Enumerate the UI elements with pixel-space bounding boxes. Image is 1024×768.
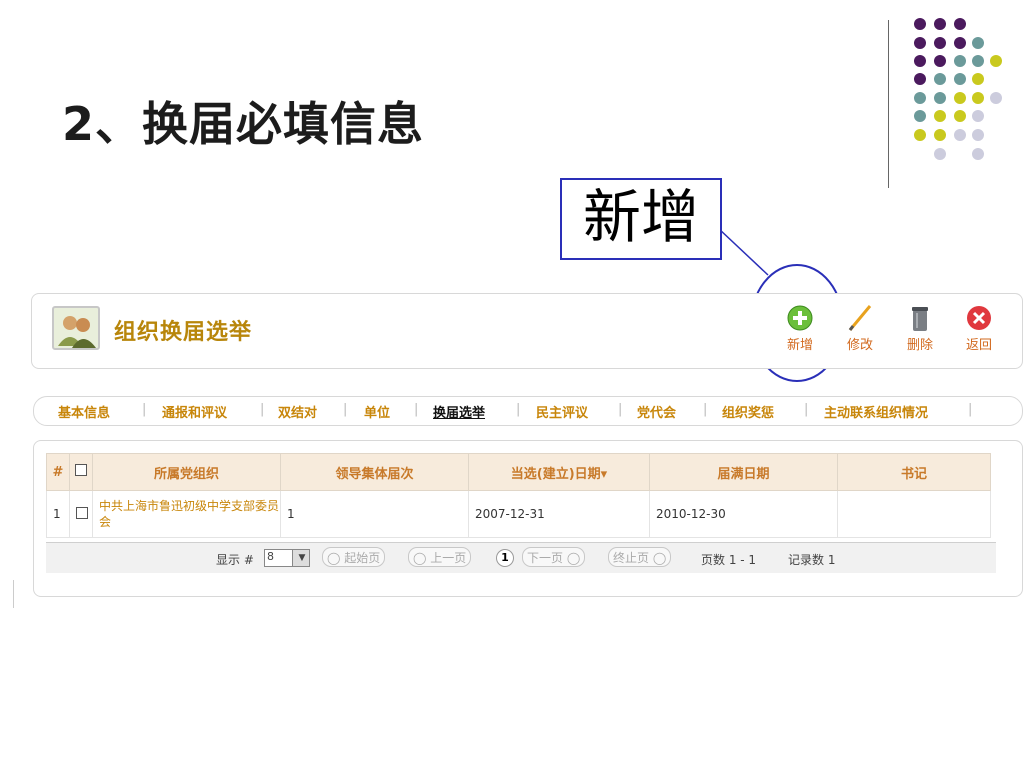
record-count-text: 记录数 1	[788, 553, 836, 567]
delete-button[interactable]: 删除	[898, 304, 942, 353]
decorative-divider	[888, 20, 889, 188]
tab-report-review[interactable]: 通报和评议	[162, 402, 227, 421]
plus-circle-icon	[787, 305, 813, 331]
row-term: 1	[280, 490, 469, 538]
circle-right-icon: ◯	[649, 551, 667, 565]
row-index: 1	[46, 490, 70, 538]
tab-rewards[interactable]: 组织奖惩	[722, 402, 774, 421]
decorative-edge-mark	[13, 580, 14, 608]
delete-button-label: 删除	[906, 338, 933, 353]
page-size-label: 显示 #	[216, 553, 254, 567]
tab-separator: |	[703, 402, 708, 417]
header-panel: 组织换届选举 新增 修改 删除 返回	[31, 293, 1023, 369]
row-party-org[interactable]: 中共上海市鲁迅初级中学支部委员会	[92, 490, 281, 538]
dropdown-arrow-icon: ▼	[292, 550, 309, 566]
next-page-label: 下一页	[527, 551, 564, 565]
tab-separator: |	[804, 402, 809, 417]
tab-separator: |	[968, 402, 973, 417]
table-header-row: # 所属党组织 领导集体届次 当选(建立)日期▾ 届满日期 书记	[46, 453, 991, 491]
add-button-label: 新增	[786, 338, 813, 353]
row-checkbox[interactable]	[76, 506, 88, 519]
column-party-org[interactable]: 所属党组织	[92, 453, 281, 491]
slide-title: 2、换届必填信息	[62, 97, 425, 151]
page-size-value: 8	[267, 550, 274, 563]
row-secretary	[837, 490, 991, 538]
row-select[interactable]	[69, 490, 93, 538]
column-expiry-date[interactable]: 届满日期	[649, 453, 838, 491]
tab-basic-info[interactable]: 基本信息	[58, 402, 110, 421]
pencil-icon	[848, 305, 872, 331]
edit-button[interactable]: 修改	[838, 304, 882, 353]
tab-pairing[interactable]: 双结对	[278, 402, 317, 421]
tab-separator: |	[618, 402, 623, 417]
close-circle-icon	[967, 306, 991, 330]
election-table: # 所属党组织 领导集体届次 当选(建立)日期▾ 届满日期 书记 1 中共上海市…	[46, 453, 991, 538]
tab-separator: |	[260, 402, 265, 417]
current-page-number[interactable]: 1	[496, 549, 514, 567]
back-button-label: 返回	[965, 338, 992, 353]
select-all-checkbox[interactable]	[75, 464, 87, 476]
tab-election[interactable]: 换届选举	[433, 402, 485, 421]
row-elected-date: 2007-12-31	[468, 490, 650, 538]
prev-page-label: 上一页	[430, 551, 467, 565]
column-elected-date[interactable]: 当选(建立)日期▾	[468, 453, 650, 491]
last-page-button[interactable]: 终止页 ◯	[608, 547, 672, 567]
tab-bar: 基本信息 | 通报和评议 | 双结对 | 单位 | 换届选举 | 民主评议 | …	[33, 396, 1023, 426]
group-users-icon	[52, 306, 100, 350]
circle-left-icon: ◯	[413, 551, 431, 565]
tab-separator: |	[142, 402, 147, 417]
last-page-label: 终止页	[613, 551, 650, 565]
tab-unit[interactable]: 单位	[364, 402, 390, 421]
add-button[interactable]: 新增	[778, 304, 822, 353]
first-page-label: 起始页	[344, 551, 381, 565]
prev-page-button[interactable]: ◯ 上一页	[408, 547, 472, 567]
back-button[interactable]: 返回	[957, 304, 1001, 353]
tab-democratic-review[interactable]: 民主评议	[536, 402, 588, 421]
tab-separator: |	[343, 402, 348, 417]
row-expiry-date: 2010-12-30	[649, 490, 838, 538]
table-row[interactable]: 1 中共上海市鲁迅初级中学支部委员会 1 2007-12-31 2010-12-…	[46, 490, 991, 538]
column-index: #	[46, 453, 70, 491]
edit-button-label: 修改	[846, 338, 873, 353]
tab-separator: |	[414, 402, 419, 417]
header-title: 组织换届选举	[114, 319, 253, 345]
table-panel: # 所属党组织 领导集体届次 当选(建立)日期▾ 届满日期 书记 1 中共上海市…	[33, 440, 1023, 597]
circle-left-icon: ◯	[327, 551, 345, 565]
tab-contact[interactable]: 主动联系组织情况	[824, 402, 928, 421]
callout-label: 新增	[560, 178, 722, 260]
column-select-all[interactable]	[69, 453, 93, 491]
circle-right-icon: ◯	[563, 551, 581, 565]
column-term[interactable]: 领导集体届次	[280, 453, 469, 491]
column-secretary[interactable]: 书记	[837, 453, 991, 491]
trash-icon	[912, 307, 928, 331]
page-count-text: 页数 1 - 1	[701, 553, 757, 567]
next-page-button[interactable]: 下一页 ◯	[522, 547, 586, 567]
tab-separator: |	[516, 402, 521, 417]
page-size-select[interactable]: 8 ▼	[264, 549, 310, 567]
first-page-button[interactable]: ◯ 起始页	[322, 547, 386, 567]
tab-congress[interactable]: 党代会	[637, 402, 676, 421]
pagination-bar: 显示 # 8 ▼ ◯ 起始页 ◯ 上一页 1 下一页 ◯ 终止页 ◯ 页数 1 …	[46, 542, 996, 573]
